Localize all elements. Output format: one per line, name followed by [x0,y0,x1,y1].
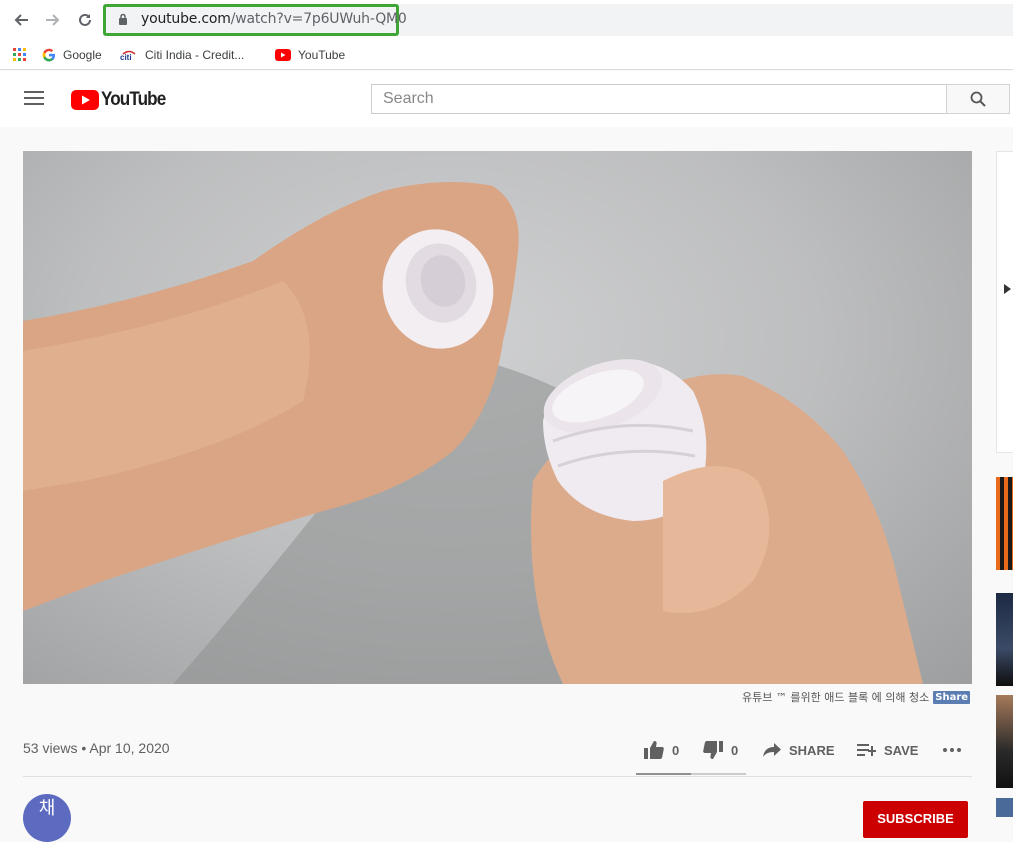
video-frame [23,182,923,684]
rail-thumbnail-3[interactable] [996,695,1013,788]
bookmarks-bar: Google citi Citi India - Credit... YouTu… [0,40,1013,70]
url-path: /watch?v=7p6UWuh-QM0 [230,11,407,27]
more-actions-button[interactable] [942,740,970,760]
like-button[interactable]: 0 [644,740,679,760]
search-box [371,84,947,114]
google-icon [42,48,55,62]
url-text[interactable]: youtube.com/watch?v=7p6UWuh-QM0 [141,11,407,27]
share-button[interactable]: SHARE [763,740,835,760]
rail-thumbnail-1[interactable] [996,477,1013,570]
logo-text: YouTube [101,89,166,110]
search-button[interactable] [946,84,1010,114]
youtube-logo[interactable]: YouTube [71,89,172,111]
forward-arrow-icon [46,14,60,26]
divider [23,776,972,777]
subscribe-button[interactable]: SUBSCRIBE [863,801,968,838]
right-rail-card [996,151,1013,453]
apps-grid-icon [13,48,26,61]
search-input[interactable] [372,85,946,113]
search-icon [970,91,986,107]
views-date: 53 views • Apr 10, 2020 [23,740,170,756]
bookmark-google[interactable]: Google [42,44,102,66]
avatar-initial: 채 [38,798,56,818]
citi-icon: citi [120,50,136,61]
bookmark-youtube[interactable]: YouTube [275,44,345,66]
channel-avatar[interactable]: 채 [23,794,71,842]
playlist-add-icon [857,744,876,756]
back-button[interactable] [9,8,33,32]
more-horizontal-icon [943,748,961,752]
rail-play-icon[interactable] [1004,284,1011,294]
save-label: SAVE [884,742,919,758]
video-player[interactable] [23,151,972,684]
forward-button[interactable] [41,8,65,32]
reload-icon [79,13,91,26]
apps-button[interactable] [13,44,27,66]
watermark-text: 유튜브 ™ 를위한 애드 블록 에 의해 청소 [742,691,930,704]
rail-thumbnail-2[interactable] [996,593,1013,686]
bookmark-citi[interactable]: citi Citi India - Credit... [120,44,244,66]
save-button[interactable]: SAVE [857,740,918,760]
dislike-count: 0 [731,742,739,758]
thumbs-up-icon [644,741,664,759]
youtube-logo-icon [71,90,99,110]
bookmark-youtube-label: YouTube [298,48,346,62]
thumbs-down-icon [703,741,723,759]
browser-toolbar: youtube.com/watch?v=7p6UWuh-QM0 [0,0,1013,40]
watermark-share-button[interactable]: Share [933,690,971,704]
adblock-watermark: 유튜브 ™ 를위한 애드 블록 에 의해 청소 Share [742,689,971,705]
back-arrow-icon [14,14,28,26]
sentiment-bar [636,773,746,775]
youtube-masthead: YouTube [0,71,1013,127]
bookmark-citi-label: Citi India - Credit... [145,48,245,62]
share-label: SHARE [789,742,835,758]
like-count: 0 [672,742,680,758]
bookmark-google-label: Google [63,48,102,62]
reload-button[interactable] [73,8,97,32]
url-host: youtube.com [141,11,231,27]
youtube-icon [275,49,291,61]
share-icon [763,743,781,757]
lock-icon [119,13,127,25]
menu-icon[interactable] [24,91,44,107]
svg-text:citi: citi [120,53,132,61]
dislike-button[interactable]: 0 [703,740,738,760]
rail-thumbnail-4[interactable] [996,798,1013,817]
sentiment-bar-fill [636,773,691,775]
subscribe-label: SUBSCRIBE [877,811,954,826]
